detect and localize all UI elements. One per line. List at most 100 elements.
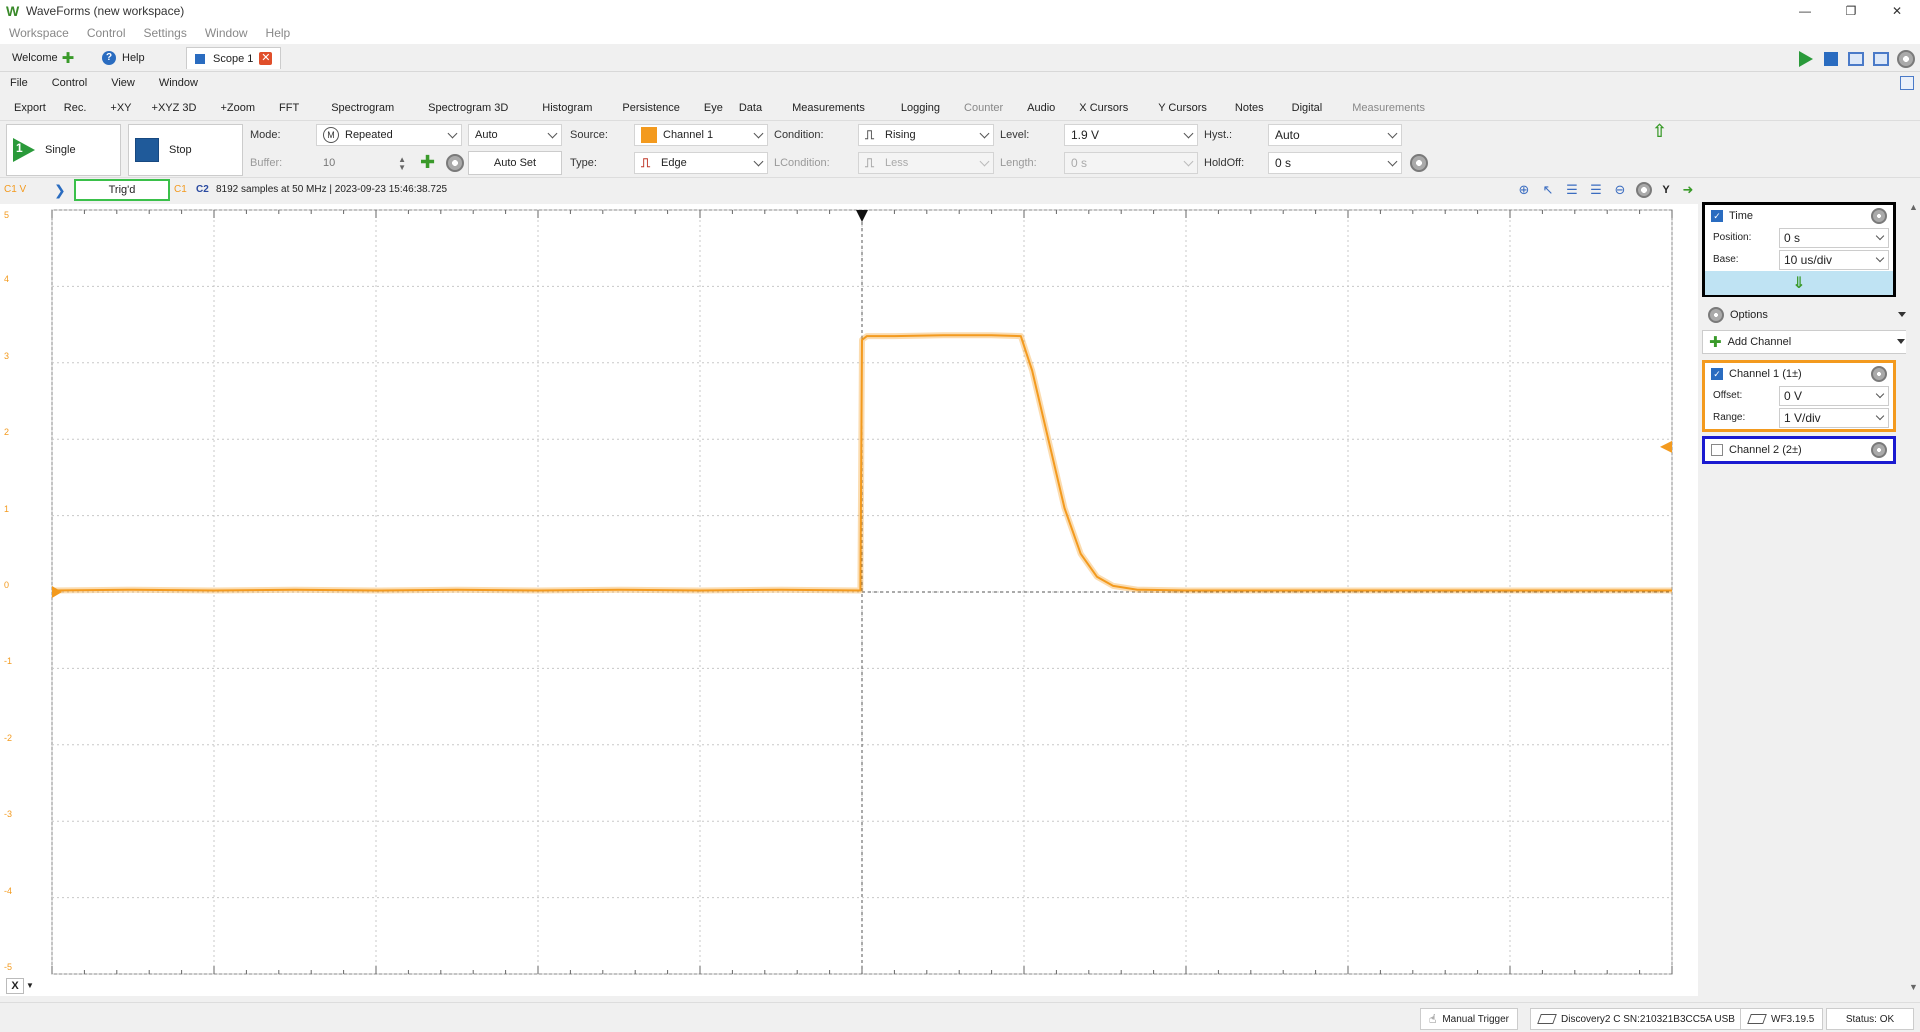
toolbar-x-cursors[interactable]: X Cursors xyxy=(1074,102,1133,114)
base-select[interactable]: 10 us/div xyxy=(1779,250,1889,270)
time-gear-icon[interactable] xyxy=(1871,208,1887,224)
toolbar-data[interactable]: Data xyxy=(734,102,767,114)
tile-windows-button[interactable] xyxy=(1870,48,1891,69)
toolbar-fft[interactable]: FFT xyxy=(274,102,304,114)
zoom-out-icon[interactable]: ⊖ xyxy=(1610,180,1630,200)
arrow-right-icon[interactable]: ➜ xyxy=(1678,180,1698,200)
toolbar-notes[interactable]: Notes xyxy=(1230,102,1269,114)
minimize-button[interactable]: — xyxy=(1782,0,1828,22)
pointer-tool-icon[interactable]: ↖ xyxy=(1538,180,1558,200)
time-expand-bar[interactable]: ⇓ xyxy=(1705,271,1893,295)
toolbar-xy[interactable]: +XY xyxy=(105,102,136,114)
mode-select[interactable]: M Repeated xyxy=(316,124,462,146)
channel-1-checkbox[interactable]: ✓ xyxy=(1711,368,1723,380)
close-window-button[interactable]: ✕ xyxy=(1874,0,1920,22)
toolbar-histogram[interactable]: Histogram xyxy=(537,102,597,114)
toolbar-eye[interactable]: Eye xyxy=(699,102,728,114)
trigger-type-select[interactable]: ⎍ Edge xyxy=(634,152,768,174)
stop-button[interactable]: Stop xyxy=(128,124,243,176)
hysteresis-select[interactable]: Auto xyxy=(1268,124,1402,146)
channel-1-header[interactable]: ✓ Channel 1 (1±) xyxy=(1705,363,1893,385)
add-buffer-icon[interactable]: ✚ xyxy=(420,153,435,171)
scroll-down-icon[interactable]: ▼ xyxy=(1909,982,1918,992)
scope-menu-view[interactable]: View xyxy=(106,77,140,89)
trigger-level-input[interactable]: 1.9 V xyxy=(1064,124,1198,146)
channel-2-tag[interactable]: C2 xyxy=(196,184,209,195)
channel-2-header[interactable]: Channel 2 (2±) xyxy=(1705,439,1893,461)
tab-scope-1[interactable]: Scope 1 ✕ xyxy=(186,47,282,69)
plus-icon[interactable]: ✚ xyxy=(62,49,75,67)
cascade-windows-button[interactable] xyxy=(1845,48,1866,69)
align-top-icon[interactable]: ☰ xyxy=(1562,180,1582,200)
toolbar-spectrogram-3d[interactable]: Spectrogram 3D xyxy=(423,102,513,114)
scope-menu-window[interactable]: Window xyxy=(154,77,203,89)
stepper-icon[interactable]: ▲ ▼ xyxy=(398,156,406,172)
buffer-input[interactable]: 10 ▲ ▼ xyxy=(316,152,410,174)
scope-menu-file[interactable]: File xyxy=(4,77,33,89)
trigger-mode-select[interactable]: Auto xyxy=(468,124,562,146)
close-tab-icon[interactable]: ✕ xyxy=(259,52,273,65)
menu-window[interactable]: Window xyxy=(200,26,253,40)
toolbar-rec[interactable]: Rec. xyxy=(59,102,92,114)
length-input[interactable]: 0 s xyxy=(1064,152,1198,174)
offset-input[interactable]: 0 V xyxy=(1779,386,1889,406)
trigger-settings-gear-icon[interactable] xyxy=(1410,154,1428,172)
manual-trigger-button[interactable]: ☝ Manual Trigger xyxy=(1420,1008,1519,1030)
holdoff-input[interactable]: 0 s xyxy=(1268,152,1402,174)
toolbar-y-cursors[interactable]: Y Cursors xyxy=(1153,102,1212,114)
y-axis-button[interactable]: Y xyxy=(1658,181,1674,199)
x-axis-button[interactable]: X xyxy=(6,978,24,994)
status-indicator[interactable]: Status: OK xyxy=(1826,1008,1914,1030)
channel-2-gear-icon[interactable] xyxy=(1871,442,1887,458)
scroll-up-icon[interactable]: ▲ xyxy=(1909,202,1918,212)
channel-1-tag[interactable]: C1 xyxy=(174,184,187,195)
device-button[interactable]: Discovery2 C SN:210321B3CC5A USB xyxy=(1530,1008,1744,1030)
run-all-button[interactable] xyxy=(1795,48,1816,69)
restore-button[interactable]: ❐ xyxy=(1828,0,1874,22)
x-axis-dropdown-icon[interactable]: ▼ xyxy=(26,981,34,990)
zoom-in-icon[interactable]: ⊕ xyxy=(1514,180,1534,200)
toolbar-xyz3d[interactable]: +XYZ 3D xyxy=(147,102,202,114)
oscilloscope-plot[interactable]: 543210-1-2-3-4-5 -50 us-40 us-30 us-20 u… xyxy=(0,204,1698,993)
toolbar-zoom[interactable]: +Zoom xyxy=(215,102,260,114)
buffer-settings-gear-icon[interactable] xyxy=(446,154,464,172)
range-select[interactable]: 1 V/div xyxy=(1779,408,1889,428)
toolbar-counter[interactable]: Counter xyxy=(959,102,1008,114)
align-bottom-icon[interactable]: ☰ xyxy=(1586,180,1606,200)
add-channel-button[interactable]: ✚ Add Channel xyxy=(1702,330,1912,354)
auto-set-button[interactable]: Auto Set xyxy=(468,151,562,175)
lcondition-select[interactable]: ⎍ Less xyxy=(858,152,994,174)
stop-all-button[interactable] xyxy=(1820,48,1841,69)
waveform-graph[interactable] xyxy=(0,204,1698,980)
position-input[interactable]: 0 s xyxy=(1779,228,1889,248)
toolbar-logging[interactable]: Logging xyxy=(896,102,945,114)
toolbar-persistence[interactable]: Persistence xyxy=(617,102,684,114)
tab-help[interactable]: ? Help xyxy=(94,47,153,69)
menu-control[interactable]: Control xyxy=(82,26,131,40)
trigger-source-select[interactable]: Channel 1 xyxy=(634,124,768,146)
version-button[interactable]: WF3.19.5 xyxy=(1740,1008,1824,1030)
scope-menu-control[interactable]: Control xyxy=(47,77,92,89)
channel-1-gear-icon[interactable] xyxy=(1871,366,1887,382)
global-settings-button[interactable] xyxy=(1895,48,1916,69)
trigger-condition-select[interactable]: ⎍ Rising xyxy=(858,124,994,146)
plot-settings-gear-icon[interactable] xyxy=(1634,180,1654,200)
channel-2-checkbox[interactable] xyxy=(1711,444,1723,456)
menu-help[interactable]: Help xyxy=(261,26,296,40)
tab-welcome[interactable]: Welcome ✚ xyxy=(4,47,82,69)
toolbar-export[interactable]: Export xyxy=(4,102,51,114)
detach-window-icon[interactable] xyxy=(1900,76,1914,90)
toolbar-spectrogram[interactable]: Spectrogram xyxy=(326,102,399,114)
collapse-toolbar-arrow-icon[interactable]: ⇧ xyxy=(1652,121,1667,142)
menu-workspace[interactable]: Workspace xyxy=(4,26,74,40)
chevron-right-icon[interactable]: ❯ xyxy=(54,182,66,199)
single-button[interactable]: 1 Single xyxy=(6,124,121,176)
toolbar-measurements-2[interactable]: Measurements xyxy=(1347,102,1430,114)
menu-settings[interactable]: Settings xyxy=(139,26,192,40)
options-row[interactable]: Options xyxy=(1702,304,1912,326)
right-panel-scrollbar[interactable]: ▲ ▼ xyxy=(1906,202,1920,992)
time-header[interactable]: ✓ Time xyxy=(1705,205,1893,227)
toolbar-digital[interactable]: Digital xyxy=(1287,102,1328,114)
toolbar-measurements[interactable]: Measurements xyxy=(787,102,870,114)
time-checkbox[interactable]: ✓ xyxy=(1711,210,1723,222)
